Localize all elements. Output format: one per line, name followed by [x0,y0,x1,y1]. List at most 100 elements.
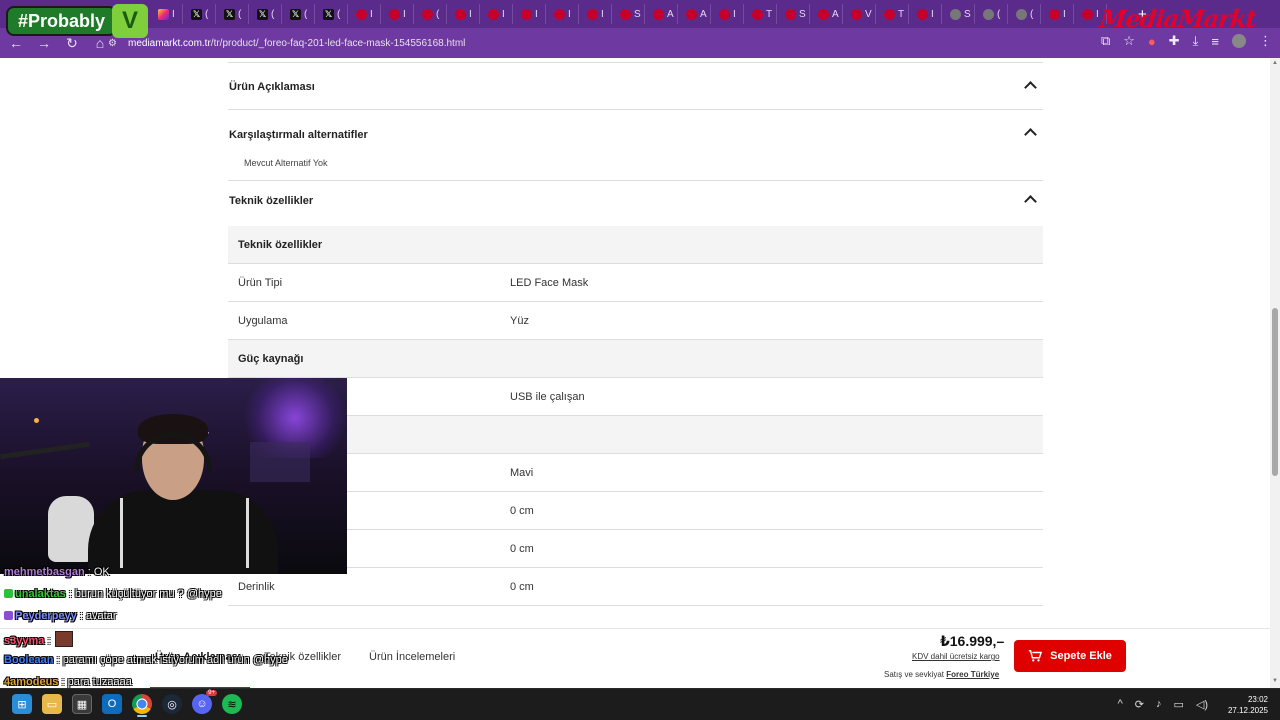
page-scrollbar[interactable]: ▲ ▼ [1270,58,1280,688]
toolbar-icons: ⧉ ☆ ● ✚ ⤓ ≡ ⋮ [1101,33,1272,49]
browser-tab[interactable]: 𝕏( [282,4,315,24]
taskbar-clock[interactable]: 23:02 27.12.2025 [1228,694,1268,716]
spec-section-header [228,416,1043,454]
tab-title: I [568,8,571,20]
browser-tab[interactable]: I [381,4,414,24]
cast-icon[interactable]: ⧉ [1101,33,1110,49]
store-icon[interactable]: ▦ [72,694,92,714]
chat-badge-icon [4,611,13,620]
browser-tab[interactable]: 𝕏( [249,4,282,24]
mediamarkt-icon [554,8,565,20]
browser-tab[interactable]: I [348,4,381,24]
chat-text: : OK [87,566,110,578]
scroll-up-icon[interactable]: ▲ [1272,60,1278,66]
chrome-icon[interactable] [132,694,152,717]
spec-row: Derinlik 0 cm [228,568,1043,606]
chevron-up-icon[interactable] [1024,195,1037,208]
browser-tab[interactable]: S [942,4,975,24]
browser-tab[interactable]: 𝕏( [183,4,216,24]
kdv-shipping-link[interactable]: KDV dahil ücretsiz kargo [912,652,1000,661]
browser-tab[interactable]: A [810,4,843,24]
mediamarkt-icon [653,8,664,20]
browser-tab[interactable]: S [777,4,810,24]
tab-title: I [1096,8,1099,20]
tray-volume-icon[interactable]: ◁) [1196,698,1208,711]
chat-message: s3yyma : [4,631,73,647]
x-icon: 𝕏 [224,8,235,20]
browser-tab[interactable]: I [150,4,183,24]
sticky-tab-reviews[interactable]: Ürün İncelemeleri [369,651,455,663]
scrollbar-thumb[interactable] [1272,308,1278,476]
browser-tab[interactable]: T [744,4,777,24]
browser-tab[interactable]: I [579,4,612,24]
tray-mic-icon[interactable]: ♪ [1156,698,1162,711]
mediamarkt-icon [1049,8,1060,20]
clock-date: 27.12.2025 [1227,706,1268,715]
browser-tab[interactable]: I [711,4,744,24]
browser-tab[interactable]: ( [975,4,1008,24]
file-explorer-icon[interactable]: ▭ [42,694,62,714]
chat-message: Peyderpeyy : avatar [4,610,117,622]
mediamarkt-icon [818,8,829,20]
cart-icon [1028,650,1043,662]
tab-title: I [403,8,406,20]
chevron-up-icon[interactable] [1024,128,1037,141]
add-to-cart-button[interactable]: Sepete Ekle [1014,640,1126,672]
mediamarkt-icon [719,8,730,20]
spec-value: Yüz [510,315,529,327]
tab-title: ( [238,8,242,20]
webcam-shelf [250,442,310,482]
spotify-icon[interactable]: ≋ [222,694,242,714]
chevron-up-icon[interactable] [1024,81,1037,94]
tray-network-icon[interactable]: ▭ [1173,698,1183,711]
browser-tab[interactable]: ( [414,4,447,24]
download-icon[interactable]: ⤓ [1193,33,1199,49]
reading-list-icon[interactable]: ≡ [1211,34,1219,49]
browser-tab[interactable]: A [645,4,678,24]
spec-key: Güç kaynağı [238,353,304,365]
browser-tab[interactable]: I [513,4,546,24]
chat-username: 4amodeus [4,676,59,688]
browser-tab[interactable]: T [876,4,909,24]
seller-link[interactable]: Foreo Türkiye [946,670,999,679]
tab-title: ( [997,8,1001,20]
extension-red-icon[interactable]: ● [1148,34,1156,49]
browser-tab[interactable]: 𝕏( [315,4,348,24]
mediamarkt-icon [488,8,499,20]
browser-tab[interactable]: S [612,4,645,24]
steam-icon[interactable]: ◎ [162,694,182,714]
discord-icon[interactable]: ☺ 9+ [192,690,217,714]
browser-tab[interactable]: V [843,4,876,24]
webcam-mic-arm [0,441,90,460]
accordion-technical-specs[interactable]: Teknik özellikler [228,181,1043,226]
browser-tab[interactable]: A [678,4,711,24]
site-info-icon[interactable]: ⚙ [108,38,122,49]
scroll-down-icon[interactable]: ▼ [1272,678,1278,684]
extensions-puzzle-icon[interactable]: ✚ [1169,33,1180,49]
menu-kebab-icon[interactable]: ⋮ [1259,33,1272,49]
browser-tab[interactable]: I [1041,4,1074,24]
webcam-streamer-body [88,490,278,574]
browser-tab[interactable]: I [909,4,942,24]
tray-sync-icon[interactable]: ⟳ [1135,698,1144,711]
outlook-icon[interactable]: O [102,694,122,714]
chat-message: 4amodeus : para tuzaaaa [4,676,132,688]
spec-value: 0 cm [510,505,534,517]
browser-tab[interactable]: ( [1008,4,1041,24]
windows-start-icon[interactable]: ⊞ [12,694,32,714]
accordion-alternatives[interactable]: Karşılaştırmalı alternatifler Mevcut Alt… [228,110,1043,181]
browser-tab[interactable]: 𝕏( [216,4,249,24]
accordion-product-description[interactable]: Ürün Açıklaması [228,62,1043,110]
bookmark-star-icon[interactable]: ☆ [1123,33,1135,49]
github-icon [950,8,961,20]
profile-avatar[interactable] [1232,34,1246,48]
browser-tab[interactable]: I [546,4,579,24]
browser-tab[interactable]: I [447,4,480,24]
browser-tab[interactable]: I [480,4,513,24]
product-price: ₺16.999,– [940,633,1005,649]
tray-chevron-up-icon[interactable]: ^ [1118,698,1123,711]
spec-value: 0 cm [510,581,534,593]
address-bar[interactable]: ⚙ mediamarkt.com.tr /tr/product/_foreo-f… [108,31,1118,55]
probably-v-badge-icon: V [112,4,148,38]
spec-section-header: Teknik özellikler [228,226,1043,264]
